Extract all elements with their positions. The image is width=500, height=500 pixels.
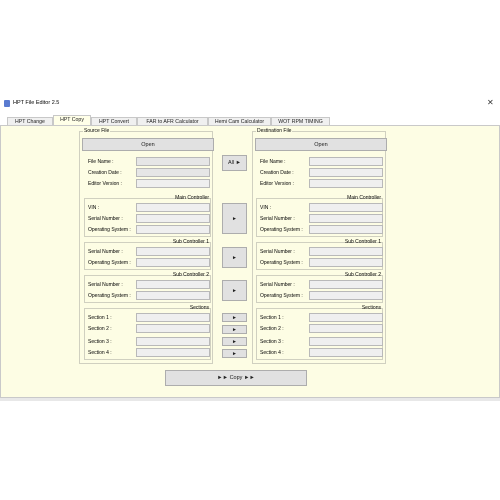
title-bar — [0, 97, 500, 111]
source-section2-field[interactable] — [136, 324, 210, 333]
content-panel — [0, 125, 500, 398]
destination-sections-title: Sections — [361, 305, 381, 311]
destination-vin-label: VIN : — [260, 205, 272, 211]
destination-sub2-title: Sub Controller 2 — [344, 272, 381, 278]
destination-sub1-title: Sub Controller 1 — [344, 239, 381, 245]
copy-main-controller-button[interactable]: ► — [222, 203, 247, 234]
destination-section4-label: Section 4 : — [260, 350, 284, 356]
destination-sub2-serial-field[interactable] — [309, 280, 383, 289]
copy-all-button[interactable]: All ► — [222, 155, 247, 171]
source-main-controller-title: Main Controller — [175, 195, 209, 201]
source-editor-version-field[interactable] — [136, 179, 210, 188]
destination-creation-date-field[interactable] — [309, 168, 383, 177]
destination-main-controller-title: Main Controller — [347, 195, 381, 201]
destination-file-title: Destination File — [256, 128, 293, 134]
source-creation-date-field[interactable] — [136, 168, 210, 177]
source-vin-label: VIN : — [88, 205, 100, 211]
destination-section3-field[interactable] — [309, 337, 383, 346]
destination-editor-version-label: Editor Version : — [260, 181, 294, 187]
destination-section3-label: Section 3 : — [260, 339, 284, 345]
destination-sub2-os-field[interactable] — [309, 291, 383, 300]
source-sub1-title: Sub Controller 1 — [172, 239, 209, 245]
copy-section1-button[interactable]: ► — [222, 313, 247, 322]
destination-section2-label: Section 2 : — [260, 326, 284, 332]
source-vin-field[interactable] — [136, 203, 210, 212]
copy-section2-button[interactable]: ► — [222, 325, 247, 334]
source-section3-label: Section 3 : — [88, 339, 112, 345]
source-section4-field[interactable] — [136, 348, 210, 357]
source-section4-label: Section 4 : — [88, 350, 112, 356]
destination-section1-field[interactable] — [309, 313, 383, 322]
source-sub2-title: Sub Controller 2 — [172, 272, 209, 278]
source-main-os-field[interactable] — [136, 225, 210, 234]
destination-sub1-os-label: Operating System : — [260, 260, 303, 266]
destination-main-serial-label: Serial Number : — [260, 216, 295, 222]
source-file-name-field[interactable] — [136, 157, 210, 166]
destination-file-name-label: File Name : — [260, 159, 286, 165]
destination-editor-version-field[interactable] — [309, 179, 383, 188]
source-editor-version-label: Editor Version : — [88, 181, 122, 187]
destination-main-serial-field[interactable] — [309, 214, 383, 223]
source-sub1-serial-field[interactable] — [136, 247, 210, 256]
destination-sub2-serial-label: Serial Number : — [260, 282, 295, 288]
source-open-button[interactable]: Open — [82, 138, 214, 151]
copy-button[interactable]: ►► Copy ►► — [165, 370, 307, 386]
copy-section3-button[interactable]: ► — [222, 337, 247, 346]
source-sub1-serial-label: Serial Number : — [88, 249, 123, 255]
destination-sub1-serial-label: Serial Number : — [260, 249, 295, 255]
copy-section4-button[interactable]: ► — [222, 349, 247, 358]
source-sub1-os-field[interactable] — [136, 258, 210, 267]
source-sub2-os-field[interactable] — [136, 291, 210, 300]
source-sections-title: Sections — [189, 305, 209, 311]
destination-main-os-label: Operating System : — [260, 227, 303, 233]
source-file-name-label: File Name : — [88, 159, 114, 165]
source-main-serial-label: Serial Number : — [88, 216, 123, 222]
source-main-os-label: Operating System : — [88, 227, 131, 233]
source-section3-field[interactable] — [136, 337, 210, 346]
destination-sub1-serial-field[interactable] — [309, 247, 383, 256]
destination-creation-date-label: Creation Date : — [260, 170, 294, 176]
source-sub1-os-label: Operating System : — [88, 260, 131, 266]
source-section1-label: Section 1 : — [88, 315, 112, 321]
destination-section1-label: Section 1 : — [260, 315, 284, 321]
source-creation-date-label: Creation Date : — [88, 170, 122, 176]
app-icon — [4, 100, 10, 107]
source-sub2-os-label: Operating System : — [88, 293, 131, 299]
source-sub2-serial-label: Serial Number : — [88, 282, 123, 288]
destination-file-name-field[interactable] — [309, 157, 383, 166]
destination-section2-field[interactable] — [309, 324, 383, 333]
window-title: HPT File Editor 2.5 — [13, 100, 60, 106]
destination-sub2-os-label: Operating System : — [260, 293, 303, 299]
destination-main-os-field[interactable] — [309, 225, 383, 234]
status-bar — [0, 398, 500, 401]
source-file-title: Source File — [83, 128, 111, 134]
destination-sub1-os-field[interactable] — [309, 258, 383, 267]
source-section1-field[interactable] — [136, 313, 210, 322]
source-section2-label: Section 2 : — [88, 326, 112, 332]
copy-sub2-button[interactable]: ► — [222, 280, 247, 301]
destination-section4-field[interactable] — [309, 348, 383, 357]
destination-vin-field[interactable] — [309, 203, 383, 212]
source-sub2-serial-field[interactable] — [136, 280, 210, 289]
copy-sub1-button[interactable]: ► — [222, 247, 247, 268]
close-icon[interactable]: ✕ — [487, 98, 494, 107]
source-main-serial-field[interactable] — [136, 214, 210, 223]
destination-open-button[interactable]: Open — [255, 138, 387, 151]
